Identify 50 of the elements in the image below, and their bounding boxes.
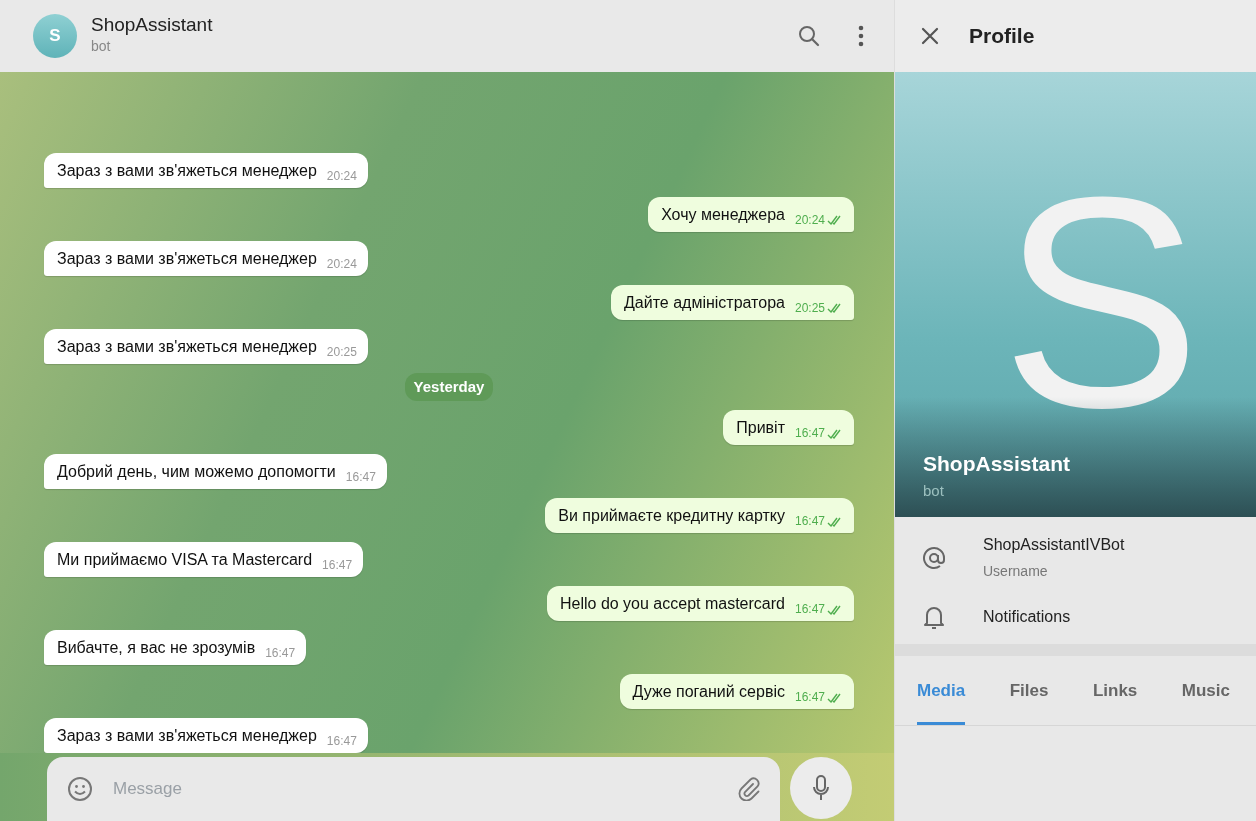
info-value: Notifications [983,607,1071,627]
chat-subtitle: bot [91,36,112,56]
sent-message: Дуже поганий сервіс 16:47 [619,674,854,709]
chat-title: ShopAssistant [91,15,214,36]
sent-message: Привіт 16:47 [723,410,854,445]
info-label: Username [983,562,1049,581]
message-time: 20:25 [794,300,825,315]
panel-title: Profile [969,23,1035,50]
tab[interactable]: Media [917,656,966,725]
message-time: 20:24 [326,168,357,183]
message-time: 16:47 [794,426,825,440]
search-icon[interactable] [798,25,820,47]
info-value: ShopAssistantIVBot [983,535,1125,555]
message-time: 16:47 [794,602,825,616]
date-pill: Yesterday [404,372,494,401]
message-time: 16:47 [326,734,357,748]
received-message: Зараз з вами зв'яжеться менеджер 20:24 [44,240,368,276]
received-message: Зараз з вами зв'яжеться менеджер 20:24 [44,152,368,188]
more-icon[interactable] [858,25,864,47]
tab[interactable]: Music [1181,656,1230,725]
bell-icon [923,604,945,630]
profile-subtitle: bot [923,482,944,499]
received-message: Ми приймаємо VISA та Mastercard 16:47 [44,542,364,577]
paperclip-icon[interactable] [738,777,760,801]
microphone-icon [813,775,829,801]
message-time: 20:24 [794,212,825,227]
close-icon[interactable] [921,27,939,45]
at-icon [923,545,945,570]
emoji-icon[interactable] [67,776,93,802]
message-time: 16:47 [794,690,825,704]
message-time: 20:25 [326,344,357,359]
sent-message: Дайте адміністратора 20:25 [611,284,854,320]
message-time: 16:47 [345,470,376,484]
message-time: 16:47 [322,558,353,572]
sent-message: Ви приймаєте кредитну картку 16:47 [545,498,854,533]
message-time: 20:24 [326,256,357,271]
tab[interactable]: Links [1092,656,1138,725]
tab[interactable]: Files [1009,656,1049,725]
sent-message: Hello do you accept mastercard 16:47 [546,586,854,621]
avatar-letter: S [1000,152,1201,452]
message-time: 16:47 [794,514,825,528]
received-message: Зараз з вами зв'яжеться менеджер 20:25 [44,328,368,364]
received-message: Вибачте, я вас не зрозумів 16:47 [44,630,307,665]
profile-name: ShopAssistant [923,450,1071,477]
received-message: Добрий день, чим можемо допомогти 16:47 [44,454,387,489]
message-field[interactable]: Message [47,757,780,821]
received-message: Зараз з вами зв'яжеться менеджер 16:47 [44,718,368,753]
avatar: S [33,14,77,58]
sent-message: Хочу менеджера 20:24 [648,196,854,232]
message-time: 16:47 [265,646,296,660]
